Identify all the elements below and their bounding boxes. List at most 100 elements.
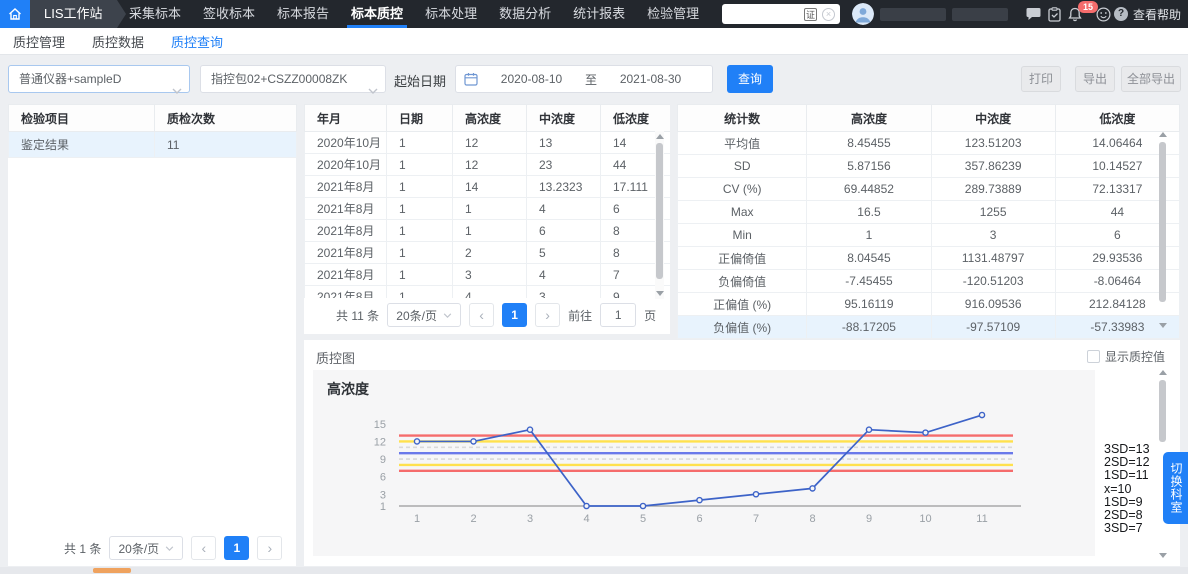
svg-text:6: 6 <box>696 513 702 525</box>
redacted-username <box>880 8 946 21</box>
current-page[interactable]: 1 <box>502 303 528 327</box>
topnav-item[interactable]: 数据分析 <box>488 0 562 28</box>
table-cell: 1 <box>452 219 527 242</box>
table-row[interactable]: 2021年8月 1 2 5 8 <box>304 241 670 264</box>
date-start-input[interactable]: 2020-08-10 <box>478 72 585 86</box>
table-row[interactable]: 2020年10月 1 12 13 14 <box>304 131 670 154</box>
horizontal-scrollbar[interactable] <box>0 567 1188 574</box>
topnav-item[interactable]: 检验管理 <box>636 0 710 28</box>
help-link[interactable]: ? 查看帮助 <box>1114 0 1181 28</box>
show-qc-values-label: 显示质控值 <box>1105 350 1166 364</box>
scrollbar-thumb[interactable] <box>1159 380 1166 442</box>
table-row[interactable]: 2021年8月 1 3 4 7 <box>304 263 670 286</box>
table-row[interactable]: 平均值 8.45455 123.51203 14.06464 <box>676 131 1181 155</box>
table-cell: 3 <box>930 223 1056 247</box>
prev-page-button[interactable]: ‹ <box>191 536 217 560</box>
avatar[interactable] <box>852 3 874 25</box>
search-input[interactable]: 证 × <box>722 4 840 24</box>
table-row[interactable]: 2021年8月 1 4 3 9 <box>304 285 670 298</box>
table-cell: 平均值 <box>676 131 808 155</box>
subnav-item[interactable]: 质控查询 <box>171 32 223 51</box>
scrollbar-thumb[interactable] <box>1159 142 1166 302</box>
subnav-item[interactable]: 质控管理 <box>13 32 65 51</box>
column-header: 中浓度 <box>930 104 1056 132</box>
table-cell: 11 <box>154 131 297 158</box>
next-page-button[interactable]: › <box>535 303 561 327</box>
column-header: 日期 <box>386 104 453 132</box>
table-cell: 负偏倚值 <box>676 269 808 293</box>
table-row[interactable]: Max 16.5 1255 44 <box>676 200 1181 224</box>
table-row[interactable]: 正偏值 (%) 95.16119 916.09536 212.84128 <box>676 292 1181 316</box>
table-row[interactable]: 2021年8月 1 1 6 8 <box>304 219 670 242</box>
svg-text:7: 7 <box>753 513 759 525</box>
topnav-item[interactable]: 签收标本 <box>192 0 266 28</box>
table-row[interactable]: 正偏倚值 8.04545 1131.48797 29.93536 <box>676 246 1181 270</box>
column-header: 统计数 <box>676 104 808 132</box>
export-all-button[interactable]: 全部导出 <box>1121 66 1181 92</box>
topnav-item[interactable]: 采集标本 <box>118 0 192 28</box>
topnav-item[interactable]: 统计报表 <box>562 0 636 28</box>
table-row[interactable]: SD 5.87156 357.86239 10.14527 <box>676 154 1181 178</box>
app-title: LIS工作站 <box>30 0 125 28</box>
home-button[interactable] <box>0 0 30 28</box>
table-row[interactable]: 负偏值 (%) -88.17205 -97.57109 -57.33983 <box>676 315 1181 339</box>
show-qc-values-checkbox[interactable] <box>1087 350 1100 363</box>
scroll-up-arrow[interactable] <box>1159 132 1167 137</box>
export-button[interactable]: 导出 <box>1075 66 1115 92</box>
next-page-button[interactable]: › <box>257 536 283 560</box>
current-page[interactable]: 1 <box>224 536 250 560</box>
table-cell: 正偏倚值 <box>676 246 808 270</box>
qc-data-scrollbar[interactable] <box>655 131 664 299</box>
scroll-down-arrow[interactable] <box>656 291 664 296</box>
goto-suffix: 页 <box>644 308 657 323</box>
redacted-department <box>952 8 1008 21</box>
statistics-panel: 统计数 高浓度 中浓度 低浓度 平均值 8.45455 123.51203 14.06464… <box>676 104 1181 339</box>
horizontal-scrollbar-thumb[interactable] <box>93 568 131 573</box>
svg-text:1: 1 <box>414 513 420 525</box>
test-items-panel: 检验项目 质检次数 鉴定结果 11 共 1 条 20条/页 ‹ 1 › <box>8 104 297 566</box>
table-row[interactable]: CV (%) 69.44852 289.73889 72.13317 <box>676 177 1181 201</box>
print-button[interactable]: 打印 <box>1021 66 1061 92</box>
table-cell: 6 <box>526 219 601 242</box>
svg-text:2: 2 <box>470 513 476 525</box>
date-range-picker[interactable]: 2020-08-10 至 2021-08-30 <box>455 65 713 93</box>
scroll-up-arrow[interactable] <box>656 134 664 139</box>
scroll-down-arrow[interactable] <box>1159 323 1167 328</box>
scroll-up-arrow[interactable] <box>1159 370 1167 375</box>
page-size-select[interactable]: 20条/页 <box>387 303 462 327</box>
table-row[interactable]: 负偏倚值 -7.45455 -120.51203 -8.06464 <box>676 269 1181 293</box>
table-cell: 鉴定结果 <box>8 131 155 158</box>
message-button[interactable] <box>1026 7 1041 21</box>
table-cell: 13.2323 <box>526 175 601 198</box>
switch-department-button[interactable]: 切换科室 <box>1163 452 1188 524</box>
qc-chart-panel-title: 质控图 <box>316 351 356 366</box>
instrument-select[interactable]: 普通仪器+sampleD <box>8 65 190 94</box>
clear-icon[interactable]: × <box>822 7 835 21</box>
date-end-input[interactable]: 2021-08-30 <box>597 72 704 86</box>
table-row[interactable]: 鉴定结果 11 <box>8 131 297 158</box>
table-row[interactable]: 2020年10月 1 12 23 44 <box>304 153 670 176</box>
table-row[interactable]: Min 1 3 6 <box>676 223 1181 247</box>
table-cell: 1131.48797 <box>930 246 1056 270</box>
page-size-select[interactable]: 20条/页 <box>109 536 184 560</box>
prev-page-button[interactable]: ‹ <box>469 303 495 327</box>
goto-page-input[interactable]: 1 <box>600 303 637 327</box>
svg-text:9: 9 <box>380 454 386 466</box>
query-button[interactable]: 查询 <box>727 65 773 93</box>
statistics-scrollbar[interactable] <box>1158 132 1167 328</box>
topnav-item[interactable]: 标本报告 <box>266 0 340 28</box>
qc-package-select[interactable]: 指控包02+CSZZ00008ZK <box>200 65 386 94</box>
qc-levey-jennings-chart[interactable]: 151296311 2 3 4 5 6 7 8 9 10 11 <box>313 370 1095 556</box>
subnav-item[interactable]: 质控数据 <box>92 32 144 51</box>
clipboard-button[interactable] <box>1048 7 1061 22</box>
table-cell: -97.57109 <box>930 315 1056 339</box>
scrollbar-thumb[interactable] <box>656 143 663 279</box>
topnav-item[interactable]: 标本处理 <box>414 0 488 28</box>
scroll-down-arrow[interactable] <box>1159 553 1167 558</box>
topnav-item[interactable]: 标本质控 <box>340 0 414 28</box>
table-row[interactable]: 2021年8月 1 1 4 6 <box>304 197 670 220</box>
table-row[interactable]: 2021年8月 1 14 13.2323 17.111 <box>304 175 670 198</box>
feedback-button[interactable] <box>1096 7 1111 22</box>
chart-title: 高浓度 <box>327 381 369 397</box>
home-icon <box>9 8 21 20</box>
